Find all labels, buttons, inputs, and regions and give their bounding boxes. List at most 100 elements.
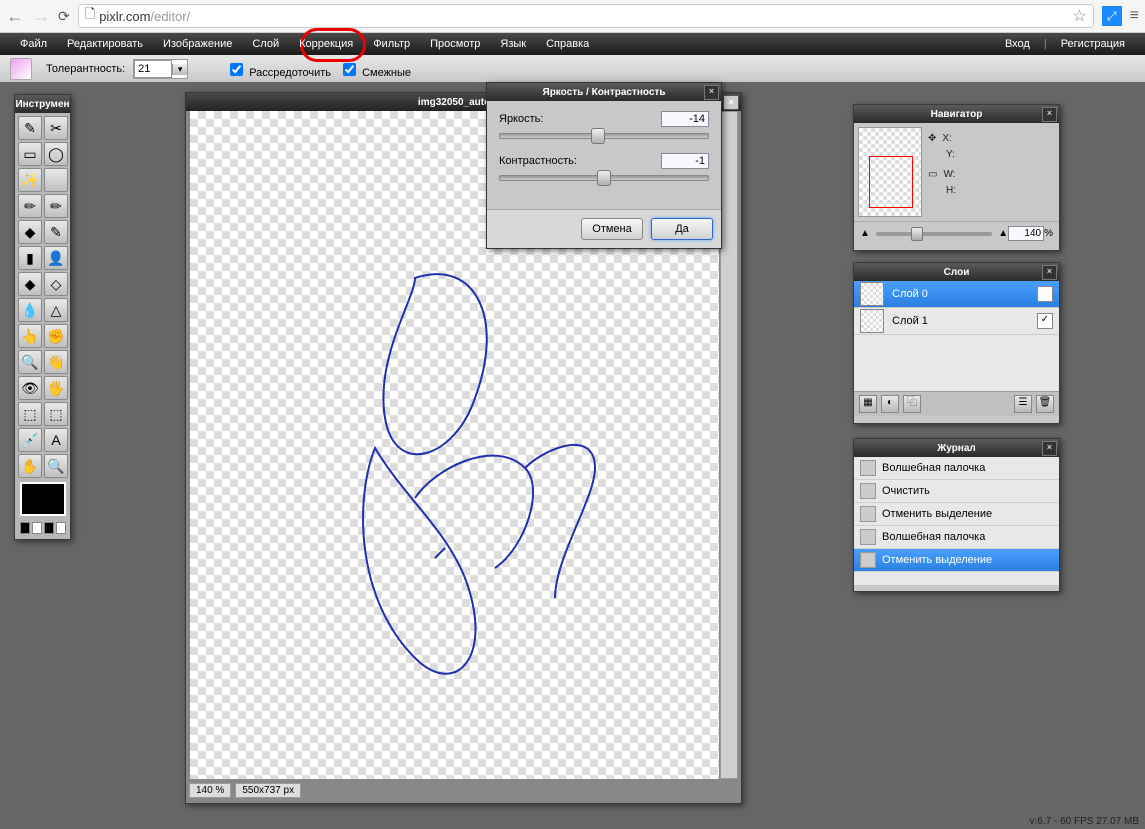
menu-filter[interactable]: Фильтр xyxy=(363,38,420,50)
navigator-preview[interactable] xyxy=(858,127,922,217)
contrast-input[interactable] xyxy=(661,153,709,169)
browser-menu-icon[interactable]: ≡ xyxy=(1130,7,1139,25)
navigator-close-button[interactable]: × xyxy=(1042,107,1057,122)
tool-27[interactable]: 🔍 xyxy=(44,454,68,478)
delete-layer-button[interactable]: 🗑 xyxy=(1036,395,1054,413)
tool-12[interactable]: ◆ xyxy=(18,272,42,296)
tool-22[interactable]: ⬚ xyxy=(18,402,42,426)
layer-item[interactable]: Слой 0✓ xyxy=(854,281,1059,308)
layer-visibility-checkbox[interactable]: ✓ xyxy=(1037,286,1053,302)
history-item[interactable]: Отменить выделение xyxy=(854,549,1059,572)
tool-25[interactable]: A xyxy=(44,428,68,452)
history-label: Очистить xyxy=(882,485,930,497)
tool-4[interactable]: ✨ xyxy=(18,168,42,192)
url-bar[interactable]: 🗋 pixlr.com/editor/ ☆ xyxy=(78,4,1094,28)
history-item[interactable]: Волшебная палочка xyxy=(854,457,1059,480)
layers-close-button[interactable]: × xyxy=(1042,265,1057,280)
tolerance-label: Толерантность: xyxy=(46,63,125,75)
tool-10[interactable]: ▮ xyxy=(18,246,42,270)
tool-15[interactable]: △ xyxy=(44,298,68,322)
history-item[interactable]: Отменить выделение xyxy=(854,503,1059,526)
layer-thumb xyxy=(860,309,884,333)
tool-24[interactable]: 💉 xyxy=(18,428,42,452)
bookmark-icon[interactable]: ☆ xyxy=(1072,6,1086,26)
tool-3[interactable]: ◯ xyxy=(44,142,68,166)
history-item[interactable]: Волшебная палочка xyxy=(854,526,1059,549)
tolerance-input[interactable]: ▾ xyxy=(133,59,188,79)
tool-5[interactable] xyxy=(44,168,68,192)
history-title: Журнал xyxy=(937,443,976,454)
tool-21[interactable]: 🖐 xyxy=(44,376,68,400)
menu-edit[interactable]: Редактировать xyxy=(57,38,153,50)
foreground-color[interactable] xyxy=(20,482,66,516)
dialog-close-button[interactable]: × xyxy=(704,85,719,100)
status-footer: v:6.7 - 60 FPS 27.07 MB xyxy=(1030,815,1140,829)
menu-layer[interactable]: Слой xyxy=(242,38,289,50)
navigator-title: Навигатор xyxy=(931,109,983,120)
workspace: Инструмен ✎✂▭◯✨✏✏◆✎▮👤◆◇💧△👆✊🔍👋👁🖐⬚⬚💉A✋🔍 im… xyxy=(0,82,1145,815)
layer-visibility-checkbox[interactable]: ✓ xyxy=(1037,313,1053,329)
scatter-checkbox[interactable]: Рассредоточить xyxy=(226,60,331,79)
tool-20[interactable]: 👁 xyxy=(18,376,42,400)
zoom-in-icon[interactable]: ▲ xyxy=(998,228,1008,239)
tool-7[interactable]: ✏ xyxy=(44,194,68,218)
tool-13[interactable]: ◇ xyxy=(44,272,68,296)
menu-language[interactable]: Язык xyxy=(490,38,536,50)
tool-23[interactable]: ⬚ xyxy=(44,402,68,426)
tool-6[interactable]: ✏ xyxy=(18,194,42,218)
vertical-scrollbar[interactable] xyxy=(720,111,738,779)
history-close-button[interactable]: × xyxy=(1042,441,1057,456)
swap-colors[interactable] xyxy=(18,520,68,536)
forward-button[interactable]: → xyxy=(32,6,50,27)
separator: | xyxy=(1040,38,1051,50)
layer-mask-button[interactable]: ◐ xyxy=(881,395,899,413)
history-label: Волшебная палочка xyxy=(882,531,985,543)
duplicate-layer-button[interactable]: ⿻ xyxy=(903,395,921,413)
register-link[interactable]: Регистрация xyxy=(1051,38,1135,50)
close-button[interactable]: × xyxy=(723,95,739,110)
zoom-out-icon[interactable]: ▲ xyxy=(860,228,870,239)
navigator-zoom-slider[interactable] xyxy=(876,232,992,236)
tool-1[interactable]: ✂ xyxy=(44,116,68,140)
back-button[interactable]: ← xyxy=(6,6,24,27)
menu-view[interactable]: Просмотр xyxy=(420,38,490,50)
layer-thumb xyxy=(860,282,884,306)
history-icon xyxy=(860,483,876,499)
navigator-zoom-input[interactable] xyxy=(1008,226,1044,241)
tool-0[interactable]: ✎ xyxy=(18,116,42,140)
zoom-status: 140 % xyxy=(189,783,231,798)
tool-26[interactable]: ✋ xyxy=(18,454,42,478)
brightness-slider[interactable] xyxy=(499,133,709,139)
dialog-title: Яркость / Контрастность xyxy=(543,87,666,98)
history-label: Волшебная палочка xyxy=(882,462,985,474)
menu-file[interactable]: Файл xyxy=(10,38,57,50)
tool-17[interactable]: ✊ xyxy=(44,324,68,348)
login-link[interactable]: Вход xyxy=(995,38,1040,50)
new-layer-button[interactable]: ▦ xyxy=(859,395,877,413)
history-icon xyxy=(860,460,876,476)
tool-19[interactable]: 👋 xyxy=(44,350,68,374)
layer-settings-button[interactable]: ☰ xyxy=(1014,395,1032,413)
menu-adjustment[interactable]: Коррекция xyxy=(289,38,363,50)
tool-9[interactable]: ✎ xyxy=(44,220,68,244)
tool-8[interactable]: ◆ xyxy=(18,220,42,244)
tool-11[interactable]: 👤 xyxy=(44,246,68,270)
history-item[interactable]: Очистить xyxy=(854,480,1059,503)
menu-image[interactable]: Изображение xyxy=(153,38,242,50)
tool-2[interactable]: ▭ xyxy=(18,142,42,166)
tool-14[interactable]: 💧 xyxy=(18,298,42,322)
ok-button[interactable]: Да xyxy=(651,218,713,240)
contiguous-checkbox[interactable]: Смежные xyxy=(339,60,411,79)
browser-toolbar: ← → ⟳ 🗋 pixlr.com/editor/ ☆ ⤢ ≡ xyxy=(0,0,1145,33)
contrast-slider[interactable] xyxy=(499,175,709,181)
tool-16[interactable]: 👆 xyxy=(18,324,42,348)
history-icon xyxy=(860,506,876,522)
tool-18[interactable]: 🔍 xyxy=(18,350,42,374)
refresh-button[interactable]: ⟳ xyxy=(58,8,70,25)
expand-icon[interactable]: ⤢ xyxy=(1102,6,1122,26)
history-label: Отменить выделение xyxy=(882,554,992,566)
cancel-button[interactable]: Отмена xyxy=(581,218,643,240)
brightness-input[interactable] xyxy=(661,111,709,127)
menu-help[interactable]: Справка xyxy=(536,38,599,50)
layer-item[interactable]: Слой 1✓ xyxy=(854,308,1059,335)
